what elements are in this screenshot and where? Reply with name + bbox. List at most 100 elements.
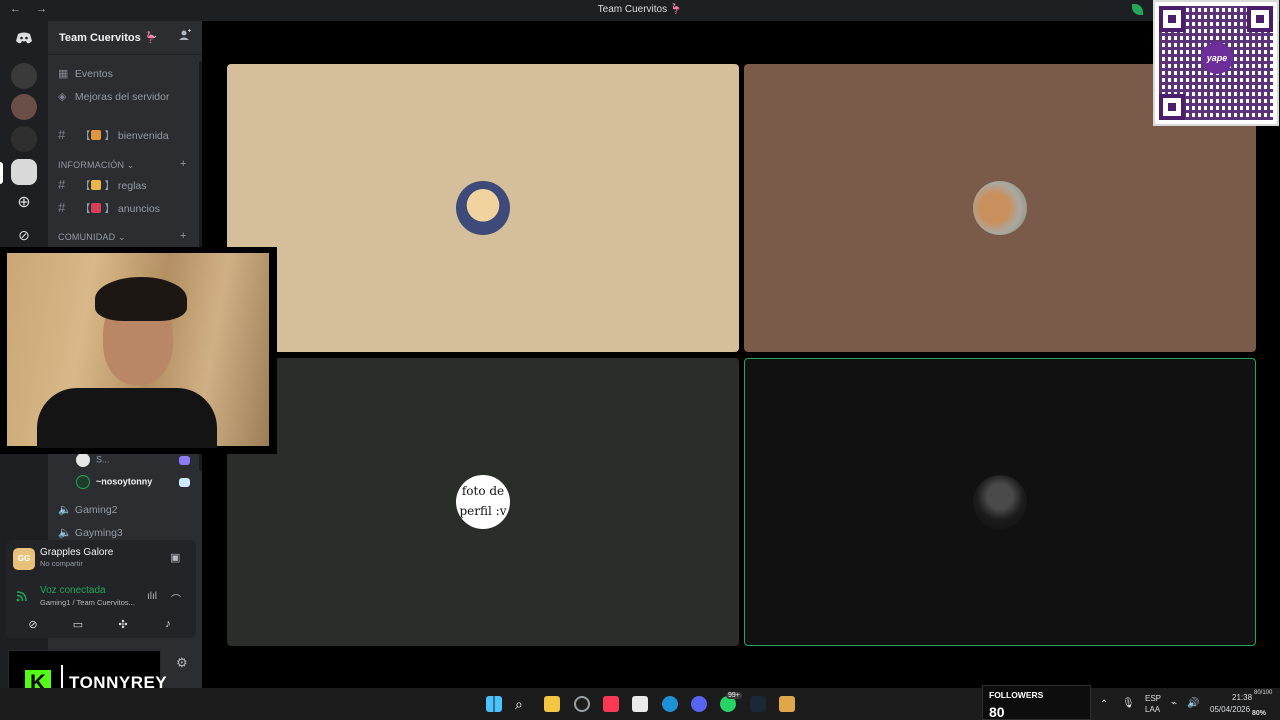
clock-time[interactable]: 21:38 — [1232, 693, 1252, 702]
chevron-down-icon: ⌄ — [126, 160, 135, 170]
qr-finder — [1159, 94, 1185, 120]
voice-stage: foto de perfil :v — [202, 21, 1280, 688]
voice-user[interactable]: S... — [76, 453, 110, 467]
followers-widget: FOLLOWERS 80 — [982, 685, 1091, 720]
discord-icon[interactable] — [691, 696, 707, 712]
server-name: Team Cuervitos 🦩 — [59, 32, 158, 44]
voice-user-name: S... — [96, 454, 110, 465]
voice-user[interactable]: ~nosoytonny — [76, 475, 152, 489]
window-title: Team Cuervitos 🦩 — [597, 4, 683, 15]
voice-channel-gaming2[interactable]: 🔈 Gaming2 — [58, 503, 118, 516]
followers-count: 80 — [989, 704, 1005, 720]
channel-bienvenida[interactable]: # 【 】 bienvenida — [58, 127, 169, 143]
game-controller-icon — [179, 456, 190, 465]
server-icon-team-cuervitos[interactable] — [11, 159, 37, 185]
megaphone-emoji-icon — [90, 203, 101, 213]
search-icon[interactable]: ⌕ — [515, 696, 531, 712]
dark-photo-avatar — [973, 475, 1027, 529]
chrome-icon[interactable] — [574, 696, 590, 712]
channel-label: reglas — [117, 180, 147, 192]
keyboard-layout[interactable]: LAA — [1145, 705, 1160, 714]
events-link[interactable]: ▦ Eventos — [58, 67, 113, 80]
steam-icon[interactable] — [750, 696, 766, 712]
qr-code: yape — [1153, 0, 1279, 126]
qr-finder — [1159, 6, 1185, 32]
noise-suppression-icon[interactable]: ılıl — [147, 591, 157, 602]
scroll-emoji-icon — [90, 180, 101, 190]
windows-start-icon[interactable] — [486, 696, 502, 712]
speaker-icon: 🔈 — [58, 504, 72, 516]
soundboard-icon[interactable]: ♪ — [159, 618, 177, 633]
chevron-down-icon: ⌄ — [150, 30, 159, 41]
activity-title: Grapples Galore — [40, 547, 114, 558]
bracket-close: 】 — [104, 130, 116, 142]
followers-label: FOLLOWERS — [989, 690, 1044, 700]
yape-logo: yape — [1201, 42, 1233, 74]
screen-share-icon[interactable]: ▭ — [69, 618, 87, 633]
gear-icon[interactable]: ⚙ — [176, 655, 188, 671]
active-server-indicator — [0, 162, 3, 184]
server-icon[interactable] — [11, 126, 37, 152]
category-label: INFORMACIÓN — [58, 160, 125, 170]
server-icon[interactable] — [11, 94, 37, 120]
channel-reglas[interactable]: # 【 】 reglas — [58, 177, 147, 193]
battery-small-label: 80/100 — [1254, 690, 1273, 696]
battery-percent: 80% — [1252, 710, 1267, 717]
channel-label: anuncios — [117, 203, 160, 215]
avatar — [76, 475, 90, 489]
activity-subtitle: No compartir — [40, 559, 83, 568]
file-explorer-icon[interactable] — [544, 696, 560, 712]
title-bar: ← → Team Cuervitos 🦩 — [0, 0, 1280, 21]
category-informacion[interactable]: INFORMACIÓN ⌄ — [58, 160, 135, 171]
disconnect-icon[interactable]: ⌒ — [171, 591, 181, 606]
channel-label: bienvenida — [117, 130, 169, 142]
hash-icon: # — [58, 200, 66, 215]
wifi-icon[interactable]: ⌁ — [1171, 698, 1177, 709]
webcam-shirt — [37, 388, 217, 448]
snipping-tool-icon[interactable] — [632, 696, 648, 712]
microphone-icon[interactable]: 🎙 — [1122, 698, 1135, 709]
category-comunidad[interactable]: COMUNIDAD ⌄ — [58, 232, 126, 243]
voice-channel-label: Gaming2 — [74, 504, 118, 516]
add-server-icon[interactable]: ⊕ — [11, 190, 37, 216]
edge-icon[interactable] — [662, 696, 678, 712]
server-boost-link[interactable]: ◈ Mejoras del servidor — [58, 90, 169, 103]
avatar — [76, 453, 90, 467]
add-channel-icon[interactable]: + — [180, 230, 186, 242]
server-icon[interactable] — [11, 63, 37, 89]
camera-off-icon[interactable]: ⊘ — [24, 618, 42, 633]
events-label: Eventos — [74, 68, 113, 80]
voice-connected-channel[interactable]: Gaming1 / Team Cuervitos... — [40, 598, 135, 607]
volume-icon[interactable]: 🔊 — [1187, 698, 1199, 709]
boosts-label: Mejoras del servidor — [74, 91, 170, 103]
signal-icon[interactable] — [16, 590, 28, 605]
hash-icon: # — [58, 127, 66, 142]
voice-connected-label[interactable]: Voz conectada — [40, 585, 106, 596]
voice-user-name: ~nosoytonny — [96, 476, 153, 487]
bracket-open: 【 — [80, 203, 91, 215]
participant-tile-speaking[interactable] — [744, 358, 1256, 646]
voice-channel-gayming3[interactable]: 🔈 Gayming3 — [58, 526, 123, 539]
explore-icon[interactable]: ⊘ — [11, 222, 37, 248]
emoji-icon — [90, 130, 101, 140]
language-indicator[interactable]: ESP — [1145, 694, 1161, 703]
app-icon[interactable] — [779, 696, 795, 712]
participant-tile[interactable] — [227, 64, 739, 352]
add-member-icon[interactable] — [179, 29, 191, 44]
bracket-open: 【 — [80, 130, 91, 142]
language-code: ESP — [1145, 694, 1162, 703]
share-activity-icon[interactable]: ▣ — [170, 551, 180, 564]
chevron-up-icon[interactable]: ⌃ — [1100, 699, 1108, 710]
clock-date[interactable]: 05/04/2026 — [1210, 705, 1250, 714]
music-app-icon[interactable] — [603, 696, 619, 712]
add-channel-icon[interactable]: + — [180, 158, 186, 170]
calendar-icon: ▦ — [58, 68, 69, 80]
discord-home-icon[interactable] — [11, 25, 37, 51]
bracket-close: 】 — [104, 180, 116, 192]
activities-icon[interactable]: ✣ — [114, 618, 132, 633]
voice-panel: GG Grapples Galore No compartir ▣ Voz co… — [6, 540, 196, 638]
participant-tile[interactable]: foto de perfil :v — [227, 358, 739, 646]
server-header[interactable]: Team Cuervitos 🦩 ⌄ — [48, 21, 202, 55]
cat-avatar — [973, 181, 1027, 235]
channel-anuncios[interactable]: # 【 】 anuncios — [58, 200, 160, 216]
